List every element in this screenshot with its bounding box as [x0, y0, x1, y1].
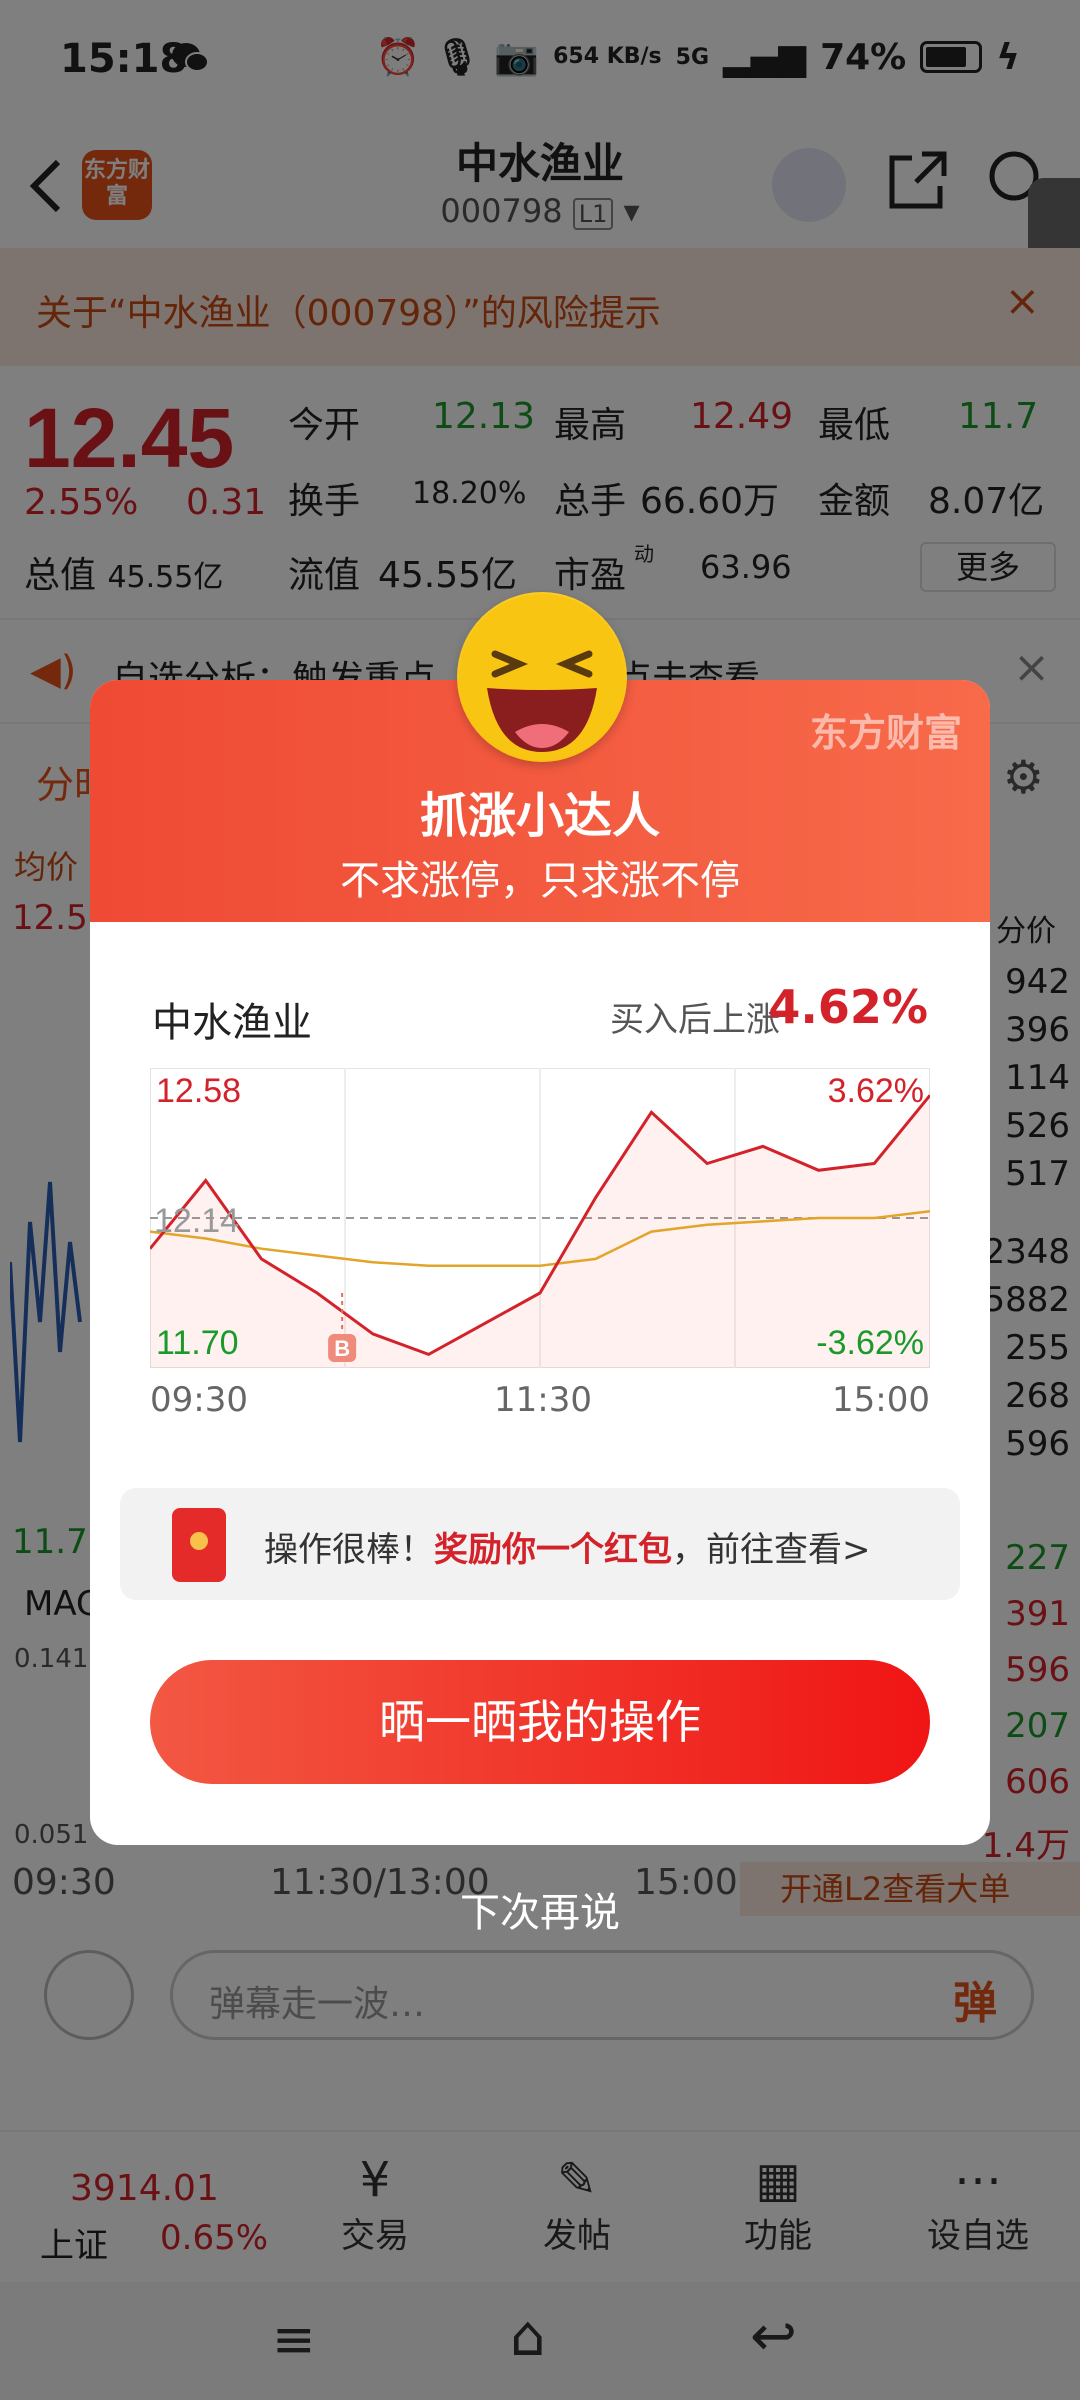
- promo-text: 操作很棒！奖励你一个红包，前往查看>: [264, 1522, 871, 1571]
- chart-time-end: 15:00: [832, 1380, 930, 1420]
- chart-top-price: 12.58: [156, 1072, 241, 1110]
- intraday-chart: B 12.58 12.14 11.70 3.62% -3.62%: [150, 1068, 930, 1368]
- chart-time-start: 09:30: [150, 1380, 248, 1420]
- chart-bottom-price: 11.70: [156, 1324, 239, 1362]
- share-operation-button[interactable]: 晒一晒我的操作: [150, 1660, 930, 1784]
- achievement-modal: 东方财富 抓涨小达人 不求涨停，只求涨不停 中水渔业 买入后上涨 4.62% B…: [90, 680, 990, 1845]
- red-packet-banner[interactable]: 操作很棒！奖励你一个红包，前往查看>: [120, 1488, 960, 1600]
- promo-highlight: 奖励你一个红包: [434, 1530, 672, 1570]
- buy-marker-label: B: [334, 1336, 350, 1361]
- laughing-emoji-icon: [457, 592, 627, 762]
- red-envelope-icon: [172, 1508, 226, 1582]
- modal-watermark: 东方财富: [809, 711, 962, 755]
- promo-suffix: ，前往查看>: [672, 1530, 871, 1570]
- rise-value: 4.62%: [768, 980, 928, 1034]
- promo-prefix: 操作很棒！: [264, 1530, 434, 1570]
- rise-label: 买入后上涨: [610, 1000, 780, 1040]
- chart-top-pct: 3.62%: [828, 1072, 924, 1110]
- modal-subtitle: 不求涨停，只求涨不停: [340, 858, 740, 904]
- chart-time-mid: 11:30: [494, 1380, 592, 1420]
- later-button[interactable]: 下次再说: [0, 1880, 1080, 1938]
- chart-mid-price: 12.14: [154, 1202, 239, 1240]
- modal-title: 抓涨小达人: [419, 788, 660, 844]
- chart-bottom-pct: -3.62%: [816, 1324, 924, 1362]
- modal-stock-name: 中水渔业: [152, 1000, 312, 1046]
